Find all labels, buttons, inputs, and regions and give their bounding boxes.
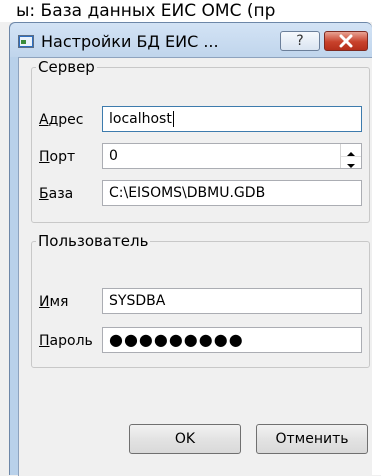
help-button[interactable]: ? bbox=[280, 31, 320, 51]
arrow-down-icon bbox=[347, 164, 355, 168]
background-window-edge bbox=[372, 22, 381, 475]
address-label: Адрес bbox=[39, 112, 84, 128]
dialog-body: Сервер Адрес localhost Порт 0 База C:\EI… bbox=[18, 57, 372, 476]
app-window-icon bbox=[18, 35, 34, 48]
password-label: Пароль bbox=[39, 333, 93, 349]
password-input[interactable]: ●●●●●●●●● bbox=[102, 327, 362, 353]
port-label: Порт bbox=[39, 149, 76, 165]
user-group-title: Пользователь bbox=[38, 232, 149, 250]
port-spinner[interactable] bbox=[340, 144, 361, 168]
cancel-button[interactable]: Отменить bbox=[256, 424, 368, 454]
spin-down-button[interactable] bbox=[341, 156, 361, 168]
database-label: База bbox=[39, 186, 74, 202]
close-icon bbox=[339, 34, 353, 48]
window-title: Настройки БД ЕИС ... bbox=[41, 32, 219, 51]
title-bar[interactable]: Настройки БД ЕИС ... ? bbox=[10, 23, 372, 57]
ok-button[interactable]: OK bbox=[129, 424, 241, 454]
close-button[interactable] bbox=[324, 31, 368, 51]
server-group: Сервер Адрес localhost Порт 0 База C:\EI… bbox=[31, 58, 370, 223]
settings-dialog: Настройки БД ЕИС ... ? Сервер Адрес loca… bbox=[9, 22, 372, 476]
server-group-title: Сервер bbox=[38, 58, 95, 76]
username-input[interactable]: SYSDBA bbox=[102, 288, 362, 314]
username-label: Имя bbox=[39, 294, 69, 310]
database-path-input[interactable]: C:\EISOMS\DBMU.GDB bbox=[102, 180, 362, 206]
background-window-title: ы: База данных ЕИС ОМС (пр bbox=[0, 0, 381, 22]
address-input[interactable]: localhost bbox=[102, 106, 362, 132]
port-spinbox[interactable]: 0 bbox=[102, 143, 362, 169]
user-group: Пользователь Имя SYSDBA Пароль ●●●●●●●●● bbox=[31, 232, 370, 368]
